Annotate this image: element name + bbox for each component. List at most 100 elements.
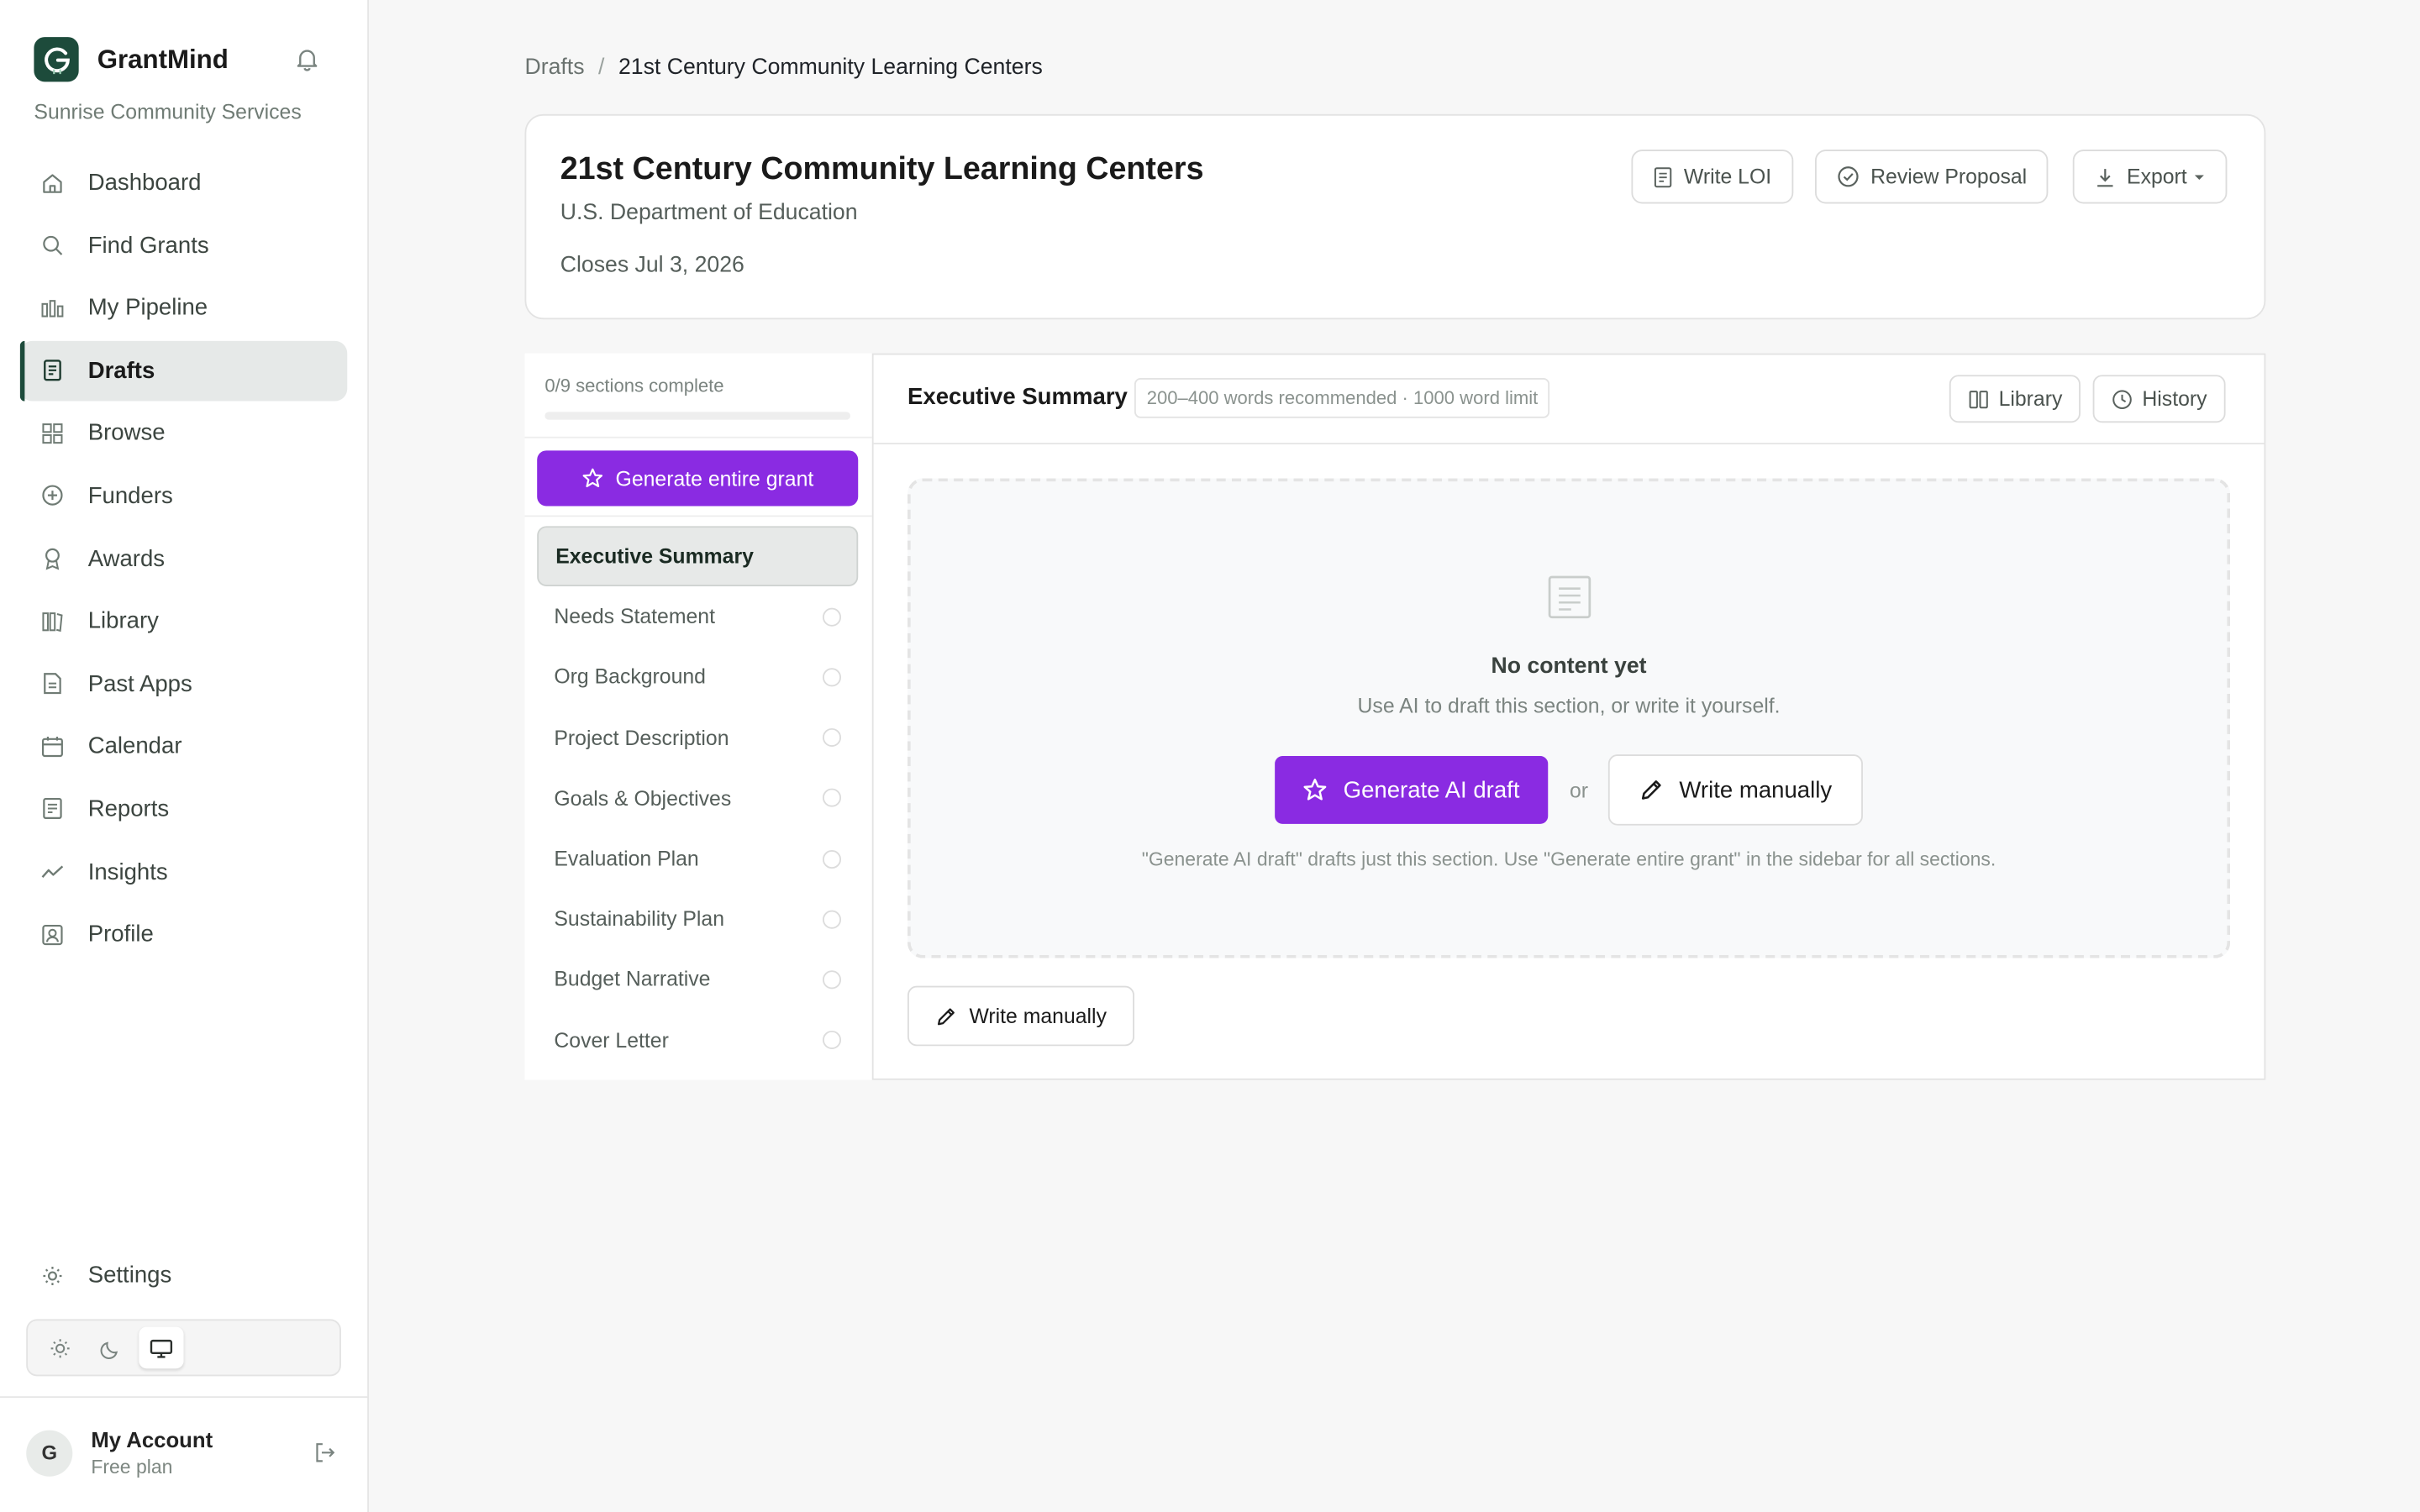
- divider: [524, 436, 872, 438]
- nav-item-settings[interactable]: Settings: [20, 1245, 347, 1305]
- search-icon: [40, 234, 65, 258]
- home-icon: [40, 171, 65, 195]
- divider: [524, 515, 872, 517]
- empty-subtitle: Use AI to draft this section, or write i…: [1357, 694, 1781, 718]
- breadcrumb-drafts[interactable]: Drafts: [524, 55, 584, 80]
- logout-icon[interactable]: [313, 1441, 337, 1465]
- or-separator: or: [1569, 779, 1589, 803]
- star-icon: [1304, 778, 1328, 801]
- nav-item-reports[interactable]: Reports: [20, 779, 347, 839]
- pencil-icon: [1641, 780, 1661, 800]
- status-circle-icon: [822, 789, 842, 808]
- brand[interactable]: GrantMind: [34, 37, 229, 82]
- nav-item-insights[interactable]: Insights: [20, 842, 347, 902]
- export-button[interactable]: Export: [2072, 150, 2228, 204]
- section-item-sustainability-plan[interactable]: Sustainability Plan: [537, 889, 858, 949]
- monitor-icon: [150, 1339, 173, 1357]
- progress-label: 0/9 sections complete: [544, 375, 724, 397]
- award-icon: [40, 546, 65, 570]
- nav-label: Find Grants: [87, 232, 209, 259]
- section-item-executive-summary[interactable]: Executive Summary: [537, 526, 859, 587]
- status-circle-icon: [822, 1031, 842, 1050]
- generate-ai-draft-button[interactable]: Generate AI draft: [1275, 756, 1549, 824]
- generate-entire-grant-button[interactable]: Generate entire grant: [537, 450, 859, 507]
- grant-close-date: Closes Jul 3, 2026: [560, 253, 744, 278]
- theme-system-button[interactable]: [139, 1326, 184, 1369]
- section-label: Executive Summary: [555, 544, 754, 569]
- page-title: 21st Century Community Learning Centers: [560, 151, 1204, 187]
- section-item-budget-narrative[interactable]: Budget Narrative: [537, 949, 858, 1010]
- document-icon: [1654, 166, 1672, 187]
- download-icon: [2097, 168, 2113, 186]
- section-label: Budget Narrative: [554, 968, 711, 991]
- theme-dark-button[interactable]: [88, 1327, 133, 1369]
- theme-light-button[interactable]: [37, 1327, 82, 1369]
- columns-icon: [1969, 390, 1988, 408]
- editor-header: Executive Summary 200–400 words recommen…: [873, 354, 2265, 444]
- section-label: Cover Letter: [554, 1028, 669, 1052]
- nav-item-find-grants[interactable]: Find Grants: [20, 215, 347, 276]
- section-item-evaluation-plan[interactable]: Evaluation Plan: [537, 828, 858, 889]
- section-title: Executive Summary: [908, 384, 1128, 411]
- library-button[interactable]: Library: [1949, 375, 2081, 423]
- pencil-icon: [937, 1007, 955, 1025]
- status-circle-icon: [822, 607, 842, 627]
- sidebar: GrantMind Sunrise Community Services Das…: [0, 0, 369, 1512]
- settings-nav: Settings: [20, 1245, 347, 1308]
- plus-circle-icon: [40, 484, 65, 508]
- nav-item-drafts[interactable]: Drafts: [19, 340, 348, 402]
- section-item-org-background[interactable]: Org Background: [537, 647, 858, 707]
- clock-icon: [2112, 389, 2132, 409]
- breadcrumb-separator: /: [598, 55, 605, 81]
- logo-icon: [34, 37, 79, 82]
- report-icon: [40, 797, 65, 822]
- section-label: Project Description: [554, 726, 729, 750]
- nav-item-calendar[interactable]: Calendar: [20, 717, 347, 777]
- section-list: Executive Summary Needs Statement Org Ba…: [537, 526, 859, 1070]
- hint-text: "Generate AI draft" drafts just this sec…: [1141, 848, 1996, 870]
- section-label: Sustainability Plan: [554, 907, 725, 931]
- nav-item-awards[interactable]: Awards: [20, 528, 347, 589]
- section-item-project-description[interactable]: Project Description: [537, 707, 858, 768]
- nav-item-funders[interactable]: Funders: [20, 466, 347, 527]
- nav-item-past-apps[interactable]: Past Apps: [20, 654, 347, 714]
- nav-item-my-pipeline[interactable]: My Pipeline: [20, 278, 347, 339]
- nav-label: Settings: [87, 1262, 172, 1289]
- write-manually-bottom-button[interactable]: Write manually: [908, 985, 1135, 1047]
- breadcrumb-current: 21st Century Community Learning Centers: [618, 55, 1043, 81]
- write-manually-button[interactable]: Write manually: [1607, 754, 1863, 826]
- nav-label: Profile: [87, 921, 154, 948]
- main-content: Drafts / 21st Century Community Learning…: [369, 0, 2420, 1512]
- nav-item-dashboard[interactable]: Dashboard: [20, 153, 347, 213]
- nav-item-profile[interactable]: Profile: [20, 905, 347, 965]
- nav-label: Awards: [87, 545, 166, 572]
- bell-icon[interactable]: [293, 45, 321, 72]
- nav-label: Browse: [87, 420, 166, 447]
- word-limit-badge: 200–400 words recommended · 1000 word li…: [1134, 378, 1550, 418]
- review-proposal-button[interactable]: Review Proposal: [1815, 150, 2049, 204]
- status-circle-icon: [822, 849, 842, 869]
- progress-bar: [544, 412, 851, 420]
- section-item-needs-statement[interactable]: Needs Statement: [537, 586, 858, 647]
- history-button[interactable]: History: [2092, 375, 2226, 423]
- nav-label: Past Apps: [87, 670, 192, 697]
- nav-item-library[interactable]: Library: [20, 591, 347, 652]
- section-label: Needs Statement: [554, 605, 715, 629]
- section-item-cover-letter[interactable]: Cover Letter: [537, 1010, 858, 1070]
- write-loi-button[interactable]: Write LOI: [1631, 150, 1793, 204]
- document-icon: [40, 359, 65, 383]
- export-label: Export: [2127, 165, 2187, 189]
- status-circle-icon: [822, 668, 842, 687]
- pipeline-icon: [40, 296, 65, 320]
- nav-item-browse[interactable]: Browse: [20, 403, 347, 464]
- section-item-goals-objectives[interactable]: Goals & Objectives: [537, 768, 858, 828]
- nav-label: Calendar: [87, 733, 182, 760]
- nav-label: Insights: [87, 858, 168, 885]
- status-circle-icon: [822, 728, 842, 748]
- profile-icon: [40, 922, 65, 947]
- nav-label: Reports: [87, 795, 170, 822]
- theme-toggle: [26, 1319, 341, 1377]
- write-loi-label: Write LOI: [1683, 165, 1772, 189]
- account-menu[interactable]: G My Account Free plan: [26, 1427, 344, 1478]
- status-circle-icon: [822, 910, 842, 929]
